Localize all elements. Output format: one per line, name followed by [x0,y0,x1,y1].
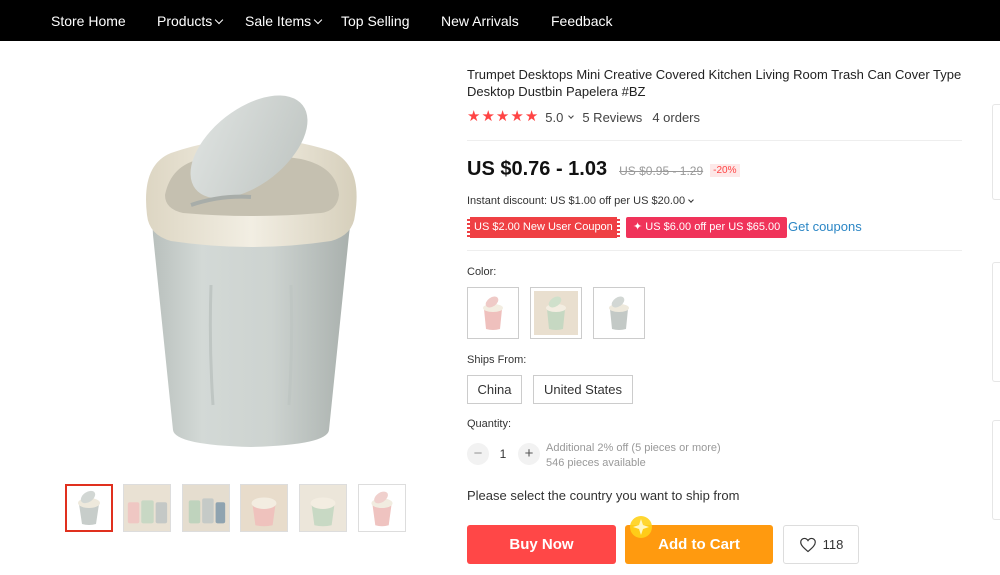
thumbnail-6[interactable] [358,484,406,532]
star-icon: ★ [510,108,524,125]
quantity-decrease-button[interactable]: − [467,443,489,465]
bulk-discount-note: Additional 2% off (5 pieces or more) [546,442,721,454]
buy-now-button[interactable]: Buy Now [467,525,616,564]
get-coupons-link[interactable]: Get coupons [788,219,862,234]
color-label: Color: [467,266,497,278]
nav-label: New Arrivals [441,13,519,29]
original-price: US $0.95 - 1.29 [619,164,704,178]
nav-label: Products [157,13,213,29]
ships-from-label: Ships From: [467,354,527,366]
quantity-increase-button[interactable]: + [518,443,540,465]
rating-row: ★ ★ ★ ★ ★ 5.0 5 Reviews 4 orders [467,109,700,125]
thumbnail-2[interactable] [123,484,171,532]
ships-from-china[interactable]: China [467,375,522,404]
thumbnail-5[interactable] [299,484,347,532]
store-coupon[interactable]: ✦ US $6.00 off per US $65.00 [626,217,788,238]
nav-label: Sale Items [245,13,312,29]
price-row: US $0.76 - 1.03 US $0.95 - 1.29 -20% [467,158,740,181]
store-nav-bar: Store Home Products Sale Items Top Selli… [0,0,1000,41]
divider [467,250,962,251]
side-tab[interactable] [992,262,1000,382]
chevron-down-icon [688,197,694,203]
chevron-down-icon[interactable] [568,112,575,119]
nav-label: Top Selling [341,13,410,29]
ships-from-united-states[interactable]: United States [533,375,633,404]
side-tab[interactable] [992,104,1000,200]
plus-icon: ✦ [633,221,646,233]
orders-count: 4 orders [652,109,701,125]
quantity-value[interactable]: 1 [497,447,509,461]
star-icon: ★ [524,108,539,125]
product-title: Trumpet Desktops Mini Creative Covered K… [467,67,962,99]
coupon-text: US $6.00 off per US $65.00 [645,221,781,233]
nav-products[interactable]: Products [157,0,224,41]
star-icon: ★ [481,108,495,125]
nav-sale-items[interactable]: Sale Items [245,0,323,41]
star-rating: ★ ★ ★ ★ ★ [467,109,539,125]
instant-discount-text: Instant discount: US $1.00 off per US $2… [467,195,686,207]
divider [467,140,962,141]
thumbnail-1[interactable] [65,484,113,532]
quantity-label: Quantity: [467,418,512,430]
nav-store-home[interactable]: Store Home [51,0,126,41]
coupon-text: US $2.00 New User Coupon [474,221,613,233]
nav-new-arrivals[interactable]: New Arrivals [441,0,519,41]
wishlist-button[interactable]: 118 [783,525,859,564]
thumbnail-4[interactable] [240,484,288,532]
nav-feedback[interactable]: Feedback [551,0,612,41]
sparkle-icon [630,516,652,538]
nav-label: Feedback [551,13,613,29]
wishlist-count: 118 [822,537,844,552]
nav-label: Store Home [51,13,126,29]
rating-value[interactable]: 5.0 [545,110,563,125]
quantity-info: Additional 2% off (5 pieces or more) 546… [546,441,721,471]
chevron-down-icon [313,15,323,25]
ship-country-note: Please select the country you want to sh… [467,488,740,503]
star-icon: ★ [495,108,510,125]
nav-top-selling[interactable]: Top Selling [341,0,410,41]
color-swatch-grey[interactable] [593,287,645,339]
reviews-link[interactable]: 5 Reviews [582,110,642,125]
instant-discount[interactable]: Instant discount: US $1.00 off per US $2… [467,195,694,207]
current-price: US $0.76 - 1.03 [467,158,608,180]
new-user-coupon[interactable]: US $2.00 New User Coupon [467,217,620,238]
main-product-image[interactable] [131,85,371,457]
side-tab[interactable] [992,420,1000,520]
heart-icon [799,537,816,552]
color-swatch-pink[interactable] [467,287,519,339]
color-swatch-green[interactable] [530,287,582,339]
chevron-down-icon [215,15,224,25]
discount-badge: -20% [710,164,740,177]
thumbnail-3[interactable] [182,484,230,532]
stock-available: 546 pieces available [546,457,646,469]
star-icon: ★ [467,108,481,125]
